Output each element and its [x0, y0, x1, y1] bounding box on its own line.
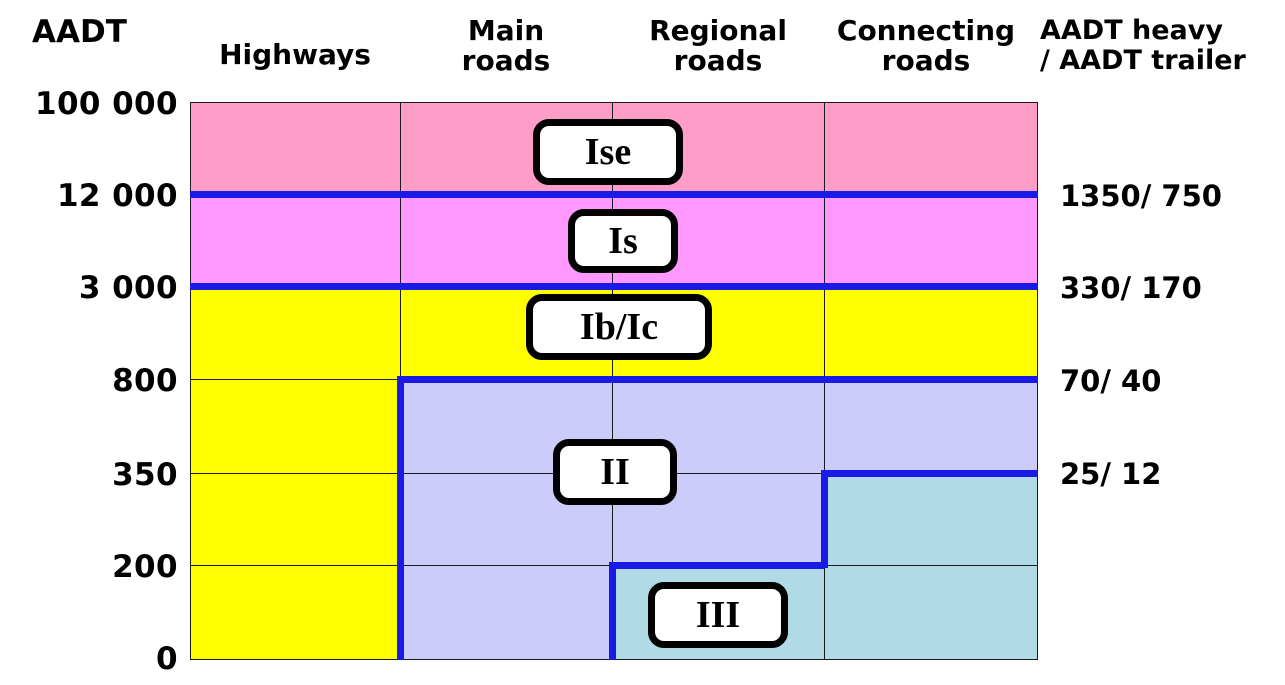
- class-chip-iii[interactable]: III: [648, 582, 788, 648]
- class-chip-ise[interactable]: Ise: [533, 119, 683, 185]
- class-chip-ibic-label: Ib/Ic: [579, 306, 659, 348]
- column-header-highways-line1: Highways: [219, 38, 371, 71]
- aadt-road-class-chart: AADT Highways Main roads Regional roads …: [0, 0, 1285, 685]
- y-tick-350: 350: [112, 457, 178, 493]
- column-header-connecting-roads-line2: roads: [881, 43, 971, 77]
- right-axis-title-line2: / AADT trailer: [1040, 44, 1246, 76]
- y-tick-200: 200: [112, 549, 178, 585]
- boundary-ii-iii-regional: [609, 562, 824, 569]
- column-header-connecting-roads-line1: Connecting: [836, 14, 1016, 47]
- column-header-main-roads: Main roads: [400, 16, 612, 76]
- class-chip-ibic[interactable]: Ib/Ic: [526, 294, 712, 360]
- boundary-ibic-ii: [397, 376, 1038, 383]
- boundary-ise-is: [190, 191, 1038, 198]
- column-header-regional-roads-line2: roads: [673, 43, 763, 77]
- class-chip-is-label: Is: [608, 220, 638, 262]
- column-header-main-roads-line1: Main: [467, 14, 545, 47]
- right-label-25-12: 25/ 12: [1060, 457, 1162, 491]
- right-axis-title: AADT heavy / AADT trailer: [1040, 16, 1246, 75]
- column-header-regional-roads-line1: Regional: [649, 14, 787, 47]
- boundary-is-ibic: [190, 283, 1038, 290]
- right-label-70-40: 70/ 40: [1060, 364, 1162, 398]
- y-axis-title: AADT: [32, 14, 127, 50]
- class-chip-ise-label: Ise: [584, 131, 632, 173]
- plot-area: Ise Is Ib/Ic II III: [190, 102, 1038, 660]
- column-header-main-roads-line2: roads: [461, 43, 551, 77]
- column-header-highways: Highways: [190, 40, 400, 70]
- boundary-iii-step-vertical: [821, 470, 828, 568]
- column-header-regional-roads: Regional roads: [612, 16, 824, 76]
- y-tick-12000: 12 000: [56, 178, 178, 214]
- boundary-iii-left-vertical: [609, 562, 616, 660]
- y-tick-100000: 100 000: [34, 86, 178, 122]
- y-tick-0: 0: [156, 641, 178, 677]
- boundary-highways-ii-vertical: [397, 376, 404, 660]
- boundary-ii-iii-connecting: [821, 470, 1038, 477]
- class-chip-iii-label: III: [695, 594, 741, 636]
- y-tick-3000: 3 000: [78, 270, 178, 306]
- class-chip-ii-label: II: [600, 451, 630, 493]
- class-chip-is[interactable]: Is: [568, 209, 678, 273]
- right-axis-title-line1: AADT heavy: [1040, 15, 1223, 46]
- y-tick-800: 800: [112, 363, 178, 399]
- right-label-330-170: 330/ 170: [1060, 271, 1202, 305]
- column-header-connecting-roads: Connecting roads: [820, 16, 1032, 76]
- class-chip-ii[interactable]: II: [553, 439, 677, 505]
- right-label-1350-750: 1350/ 750: [1060, 179, 1222, 213]
